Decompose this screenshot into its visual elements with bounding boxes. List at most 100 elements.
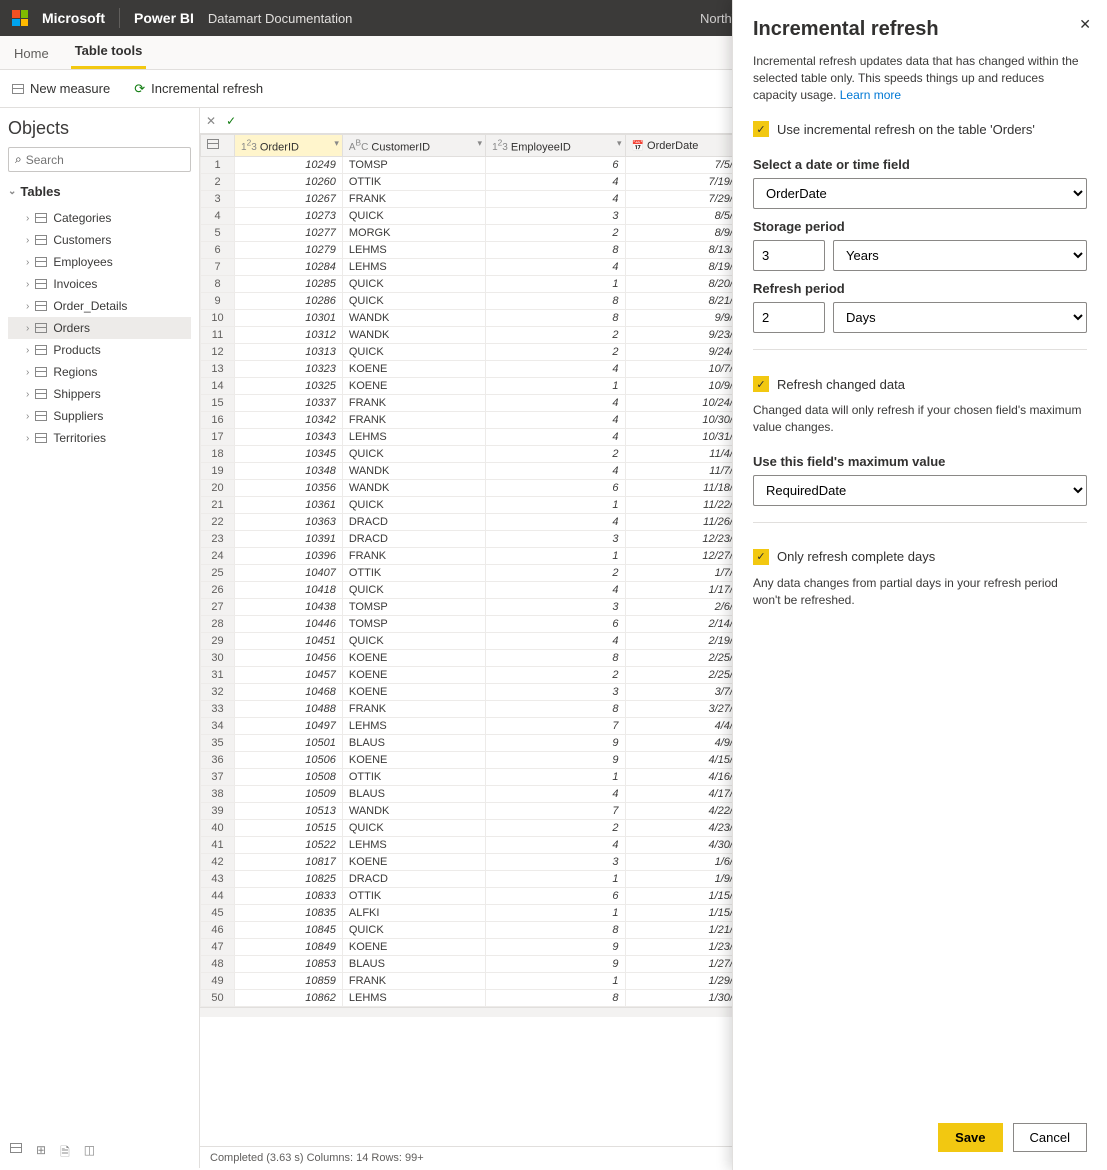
cell[interactable]: KOENE bbox=[342, 939, 485, 956]
row-number[interactable]: 10 bbox=[201, 310, 235, 327]
cancel-button[interactable]: Cancel bbox=[1013, 1123, 1087, 1152]
row-number[interactable]: 28 bbox=[201, 616, 235, 633]
cell[interactable]: 4 bbox=[486, 191, 625, 208]
cell[interactable]: 10356 bbox=[235, 480, 343, 497]
sidebar-item-invoices[interactable]: ›Invoices bbox=[8, 273, 191, 295]
cell[interactable]: 1 bbox=[486, 548, 625, 565]
cell[interactable]: LEHMS bbox=[342, 718, 485, 735]
row-number[interactable]: 39 bbox=[201, 803, 235, 820]
learn-more-link[interactable]: Learn more bbox=[840, 88, 901, 102]
cell[interactable]: 9 bbox=[486, 939, 625, 956]
cell[interactable]: LEHMS bbox=[342, 259, 485, 276]
row-number[interactable]: 1 bbox=[201, 157, 235, 174]
cell[interactable]: 3 bbox=[486, 208, 625, 225]
cell[interactable]: 10345 bbox=[235, 446, 343, 463]
cell[interactable]: KOENE bbox=[342, 854, 485, 871]
cell[interactable]: 10323 bbox=[235, 361, 343, 378]
cell[interactable]: 10438 bbox=[235, 599, 343, 616]
row-number[interactable]: 3 bbox=[201, 191, 235, 208]
cell[interactable]: ALFKI bbox=[342, 905, 485, 922]
cell[interactable]: 10845 bbox=[235, 922, 343, 939]
row-number[interactable]: 12 bbox=[201, 344, 235, 361]
row-number[interactable]: 38 bbox=[201, 786, 235, 803]
row-number[interactable]: 18 bbox=[201, 446, 235, 463]
cell[interactable]: QUICK bbox=[342, 922, 485, 939]
cell[interactable]: 10284 bbox=[235, 259, 343, 276]
cell[interactable]: 1 bbox=[486, 497, 625, 514]
row-number[interactable]: 42 bbox=[201, 854, 235, 871]
cell[interactable]: QUICK bbox=[342, 446, 485, 463]
cell[interactable]: 4 bbox=[486, 633, 625, 650]
chevron-down-icon[interactable]: ▾ bbox=[334, 138, 339, 149]
sidebar-item-order_details[interactable]: ›Order_Details bbox=[8, 295, 191, 317]
cell[interactable]: FRANK bbox=[342, 973, 485, 990]
cell[interactable]: FRANK bbox=[342, 412, 485, 429]
row-number[interactable]: 43 bbox=[201, 871, 235, 888]
tables-header[interactable]: ⌄ Tables bbox=[8, 184, 191, 199]
cell[interactable]: 4 bbox=[486, 582, 625, 599]
cell[interactable]: 10849 bbox=[235, 939, 343, 956]
sidebar-item-regions[interactable]: ›Regions bbox=[8, 361, 191, 383]
cell[interactable]: 10859 bbox=[235, 973, 343, 990]
column-header-employeeid[interactable]: 123 EmployeeID▾ bbox=[486, 135, 625, 157]
cell[interactable]: QUICK bbox=[342, 497, 485, 514]
refresh-value-input[interactable] bbox=[753, 302, 825, 333]
cell[interactable]: 10260 bbox=[235, 174, 343, 191]
cell[interactable]: LEHMS bbox=[342, 837, 485, 854]
cell[interactable]: 10325 bbox=[235, 378, 343, 395]
cell[interactable]: 10468 bbox=[235, 684, 343, 701]
row-number[interactable]: 29 bbox=[201, 633, 235, 650]
complete-days-checkbox[interactable]: ✓ Only refresh complete days bbox=[753, 549, 1087, 565]
cell[interactable]: 10396 bbox=[235, 548, 343, 565]
cell[interactable]: 10825 bbox=[235, 871, 343, 888]
cell[interactable]: 4 bbox=[486, 429, 625, 446]
row-number[interactable]: 45 bbox=[201, 905, 235, 922]
cell[interactable]: 3 bbox=[486, 531, 625, 548]
cell[interactable]: KOENE bbox=[342, 650, 485, 667]
cell[interactable]: KOENE bbox=[342, 684, 485, 701]
row-number[interactable]: 8 bbox=[201, 276, 235, 293]
sidebar-item-employees[interactable]: ›Employees bbox=[8, 251, 191, 273]
cell[interactable]: 10506 bbox=[235, 752, 343, 769]
cell[interactable]: 10361 bbox=[235, 497, 343, 514]
cell[interactable]: QUICK bbox=[342, 820, 485, 837]
column-header-orderid[interactable]: 123 OrderID▾ bbox=[235, 135, 343, 157]
max-field-select[interactable]: RequiredDate bbox=[753, 475, 1087, 506]
cell[interactable]: 1 bbox=[486, 973, 625, 990]
row-number[interactable]: 11 bbox=[201, 327, 235, 344]
cell[interactable]: 9 bbox=[486, 956, 625, 973]
cell[interactable]: WANDK bbox=[342, 327, 485, 344]
cell[interactable]: 8 bbox=[486, 242, 625, 259]
cell[interactable]: WANDK bbox=[342, 803, 485, 820]
chevron-down-icon[interactable]: ▾ bbox=[617, 138, 622, 149]
sidebar-item-territories[interactable]: ›Territories bbox=[8, 427, 191, 449]
row-number[interactable]: 19 bbox=[201, 463, 235, 480]
row-number[interactable]: 37 bbox=[201, 769, 235, 786]
cell[interactable]: 4 bbox=[486, 174, 625, 191]
cell[interactable]: QUICK bbox=[342, 344, 485, 361]
cell[interactable]: LEHMS bbox=[342, 990, 485, 1007]
cell[interactable]: DRACD bbox=[342, 514, 485, 531]
cell[interactable]: OTTIK bbox=[342, 769, 485, 786]
cell[interactable]: 6 bbox=[486, 157, 625, 174]
search-input[interactable] bbox=[26, 153, 184, 167]
cell[interactable]: 10457 bbox=[235, 667, 343, 684]
cell[interactable]: 10343 bbox=[235, 429, 343, 446]
cell[interactable]: 9 bbox=[486, 735, 625, 752]
cell[interactable]: KOENE bbox=[342, 667, 485, 684]
cell[interactable]: 10363 bbox=[235, 514, 343, 531]
cell[interactable]: 4 bbox=[486, 259, 625, 276]
cell[interactable]: KOENE bbox=[342, 378, 485, 395]
row-number[interactable]: 14 bbox=[201, 378, 235, 395]
cell[interactable]: MORGK bbox=[342, 225, 485, 242]
cell[interactable]: 2 bbox=[486, 344, 625, 361]
row-number[interactable]: 15 bbox=[201, 395, 235, 412]
cell[interactable]: 1 bbox=[486, 378, 625, 395]
row-number[interactable]: 35 bbox=[201, 735, 235, 752]
row-number[interactable]: 31 bbox=[201, 667, 235, 684]
refresh-changed-checkbox[interactable]: ✓ Refresh changed data bbox=[753, 376, 1087, 392]
sidebar-item-orders[interactable]: ›Orders bbox=[8, 317, 191, 339]
storage-unit-select[interactable]: Years bbox=[833, 240, 1087, 271]
date-field-select[interactable]: OrderDate bbox=[753, 178, 1087, 209]
cell[interactable]: 10277 bbox=[235, 225, 343, 242]
